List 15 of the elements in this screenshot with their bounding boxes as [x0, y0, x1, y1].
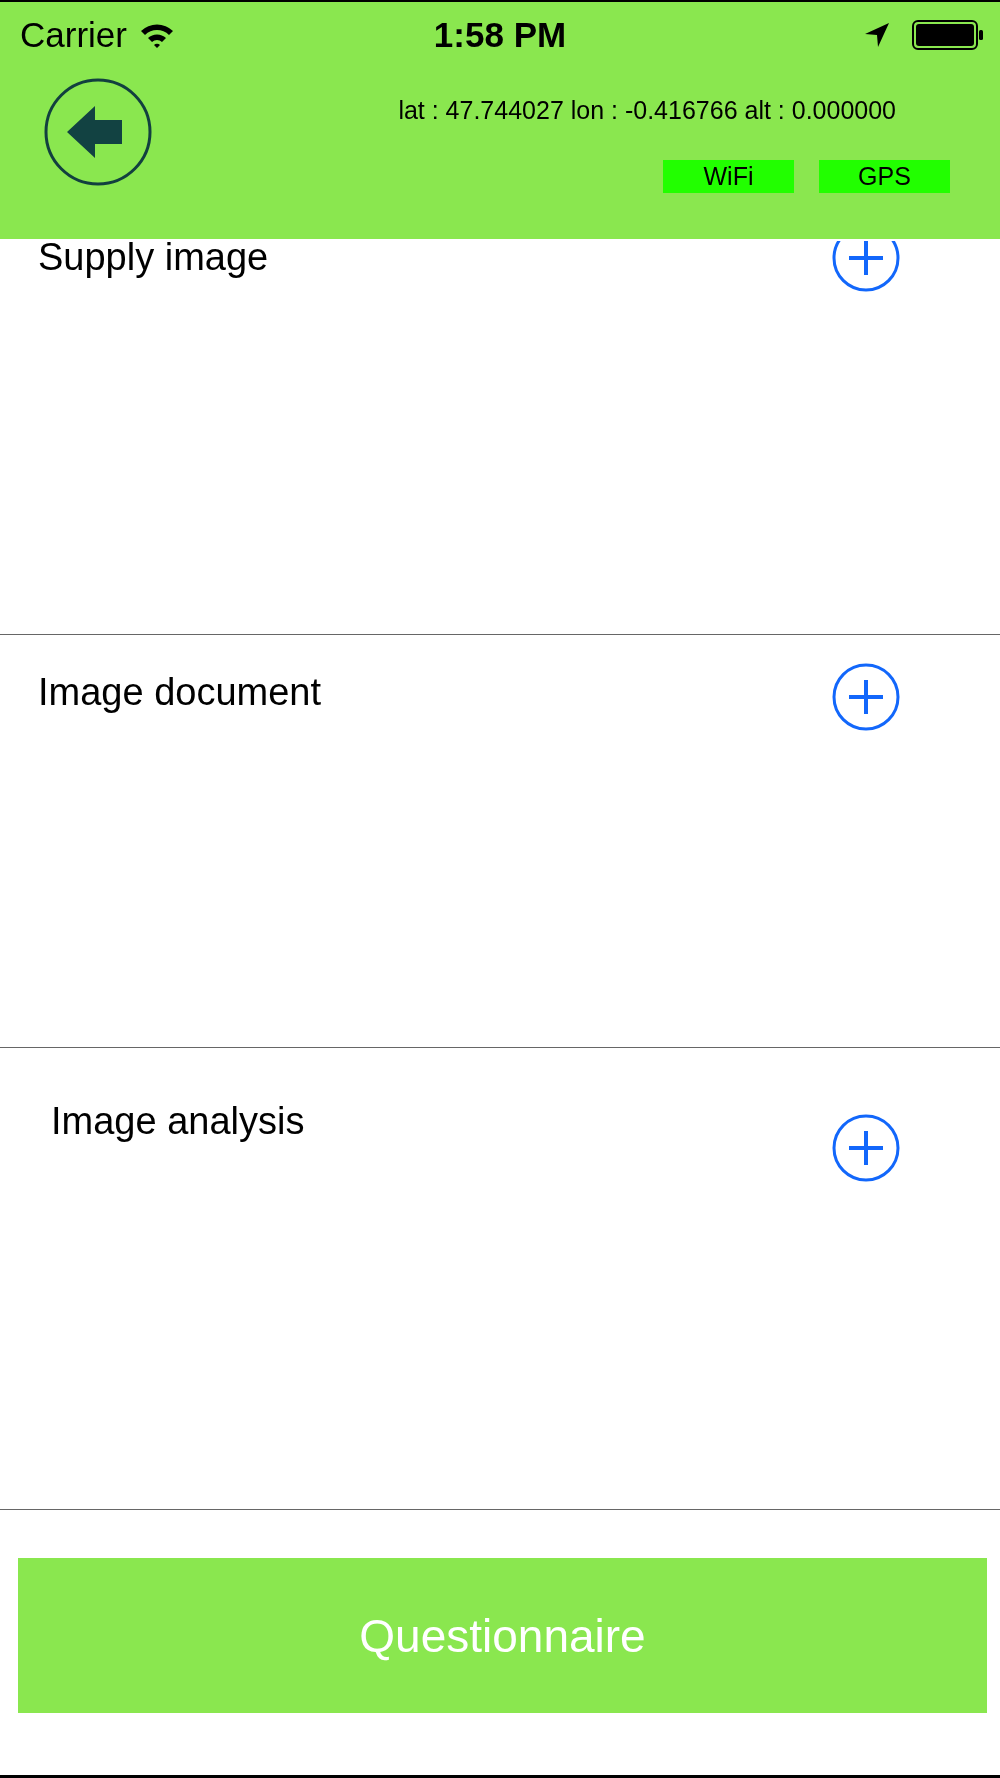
back-button[interactable]	[42, 76, 154, 188]
add-icon[interactable]	[831, 1113, 901, 1183]
status-time: 1:58 PM	[433, 15, 567, 55]
questionnaire-button[interactable]: Questionnaire	[18, 1558, 987, 1713]
coordinates-text: lat : 47.744027 lon : -0.416766 alt : 0.000000	[398, 96, 896, 125]
section-title: Supply image	[38, 235, 269, 280]
add-icon[interactable]	[831, 241, 901, 293]
status-badge: WiFi	[663, 160, 794, 193]
status-badge: GPS	[819, 160, 950, 193]
carrier-name: Carrier	[20, 15, 127, 55]
section-title: Image analysis	[51, 1099, 305, 1144]
section-title: Image document	[38, 670, 322, 715]
battery-icon	[912, 20, 984, 50]
location-arrow-icon	[864, 22, 890, 48]
add-icon[interactable]	[831, 662, 901, 732]
